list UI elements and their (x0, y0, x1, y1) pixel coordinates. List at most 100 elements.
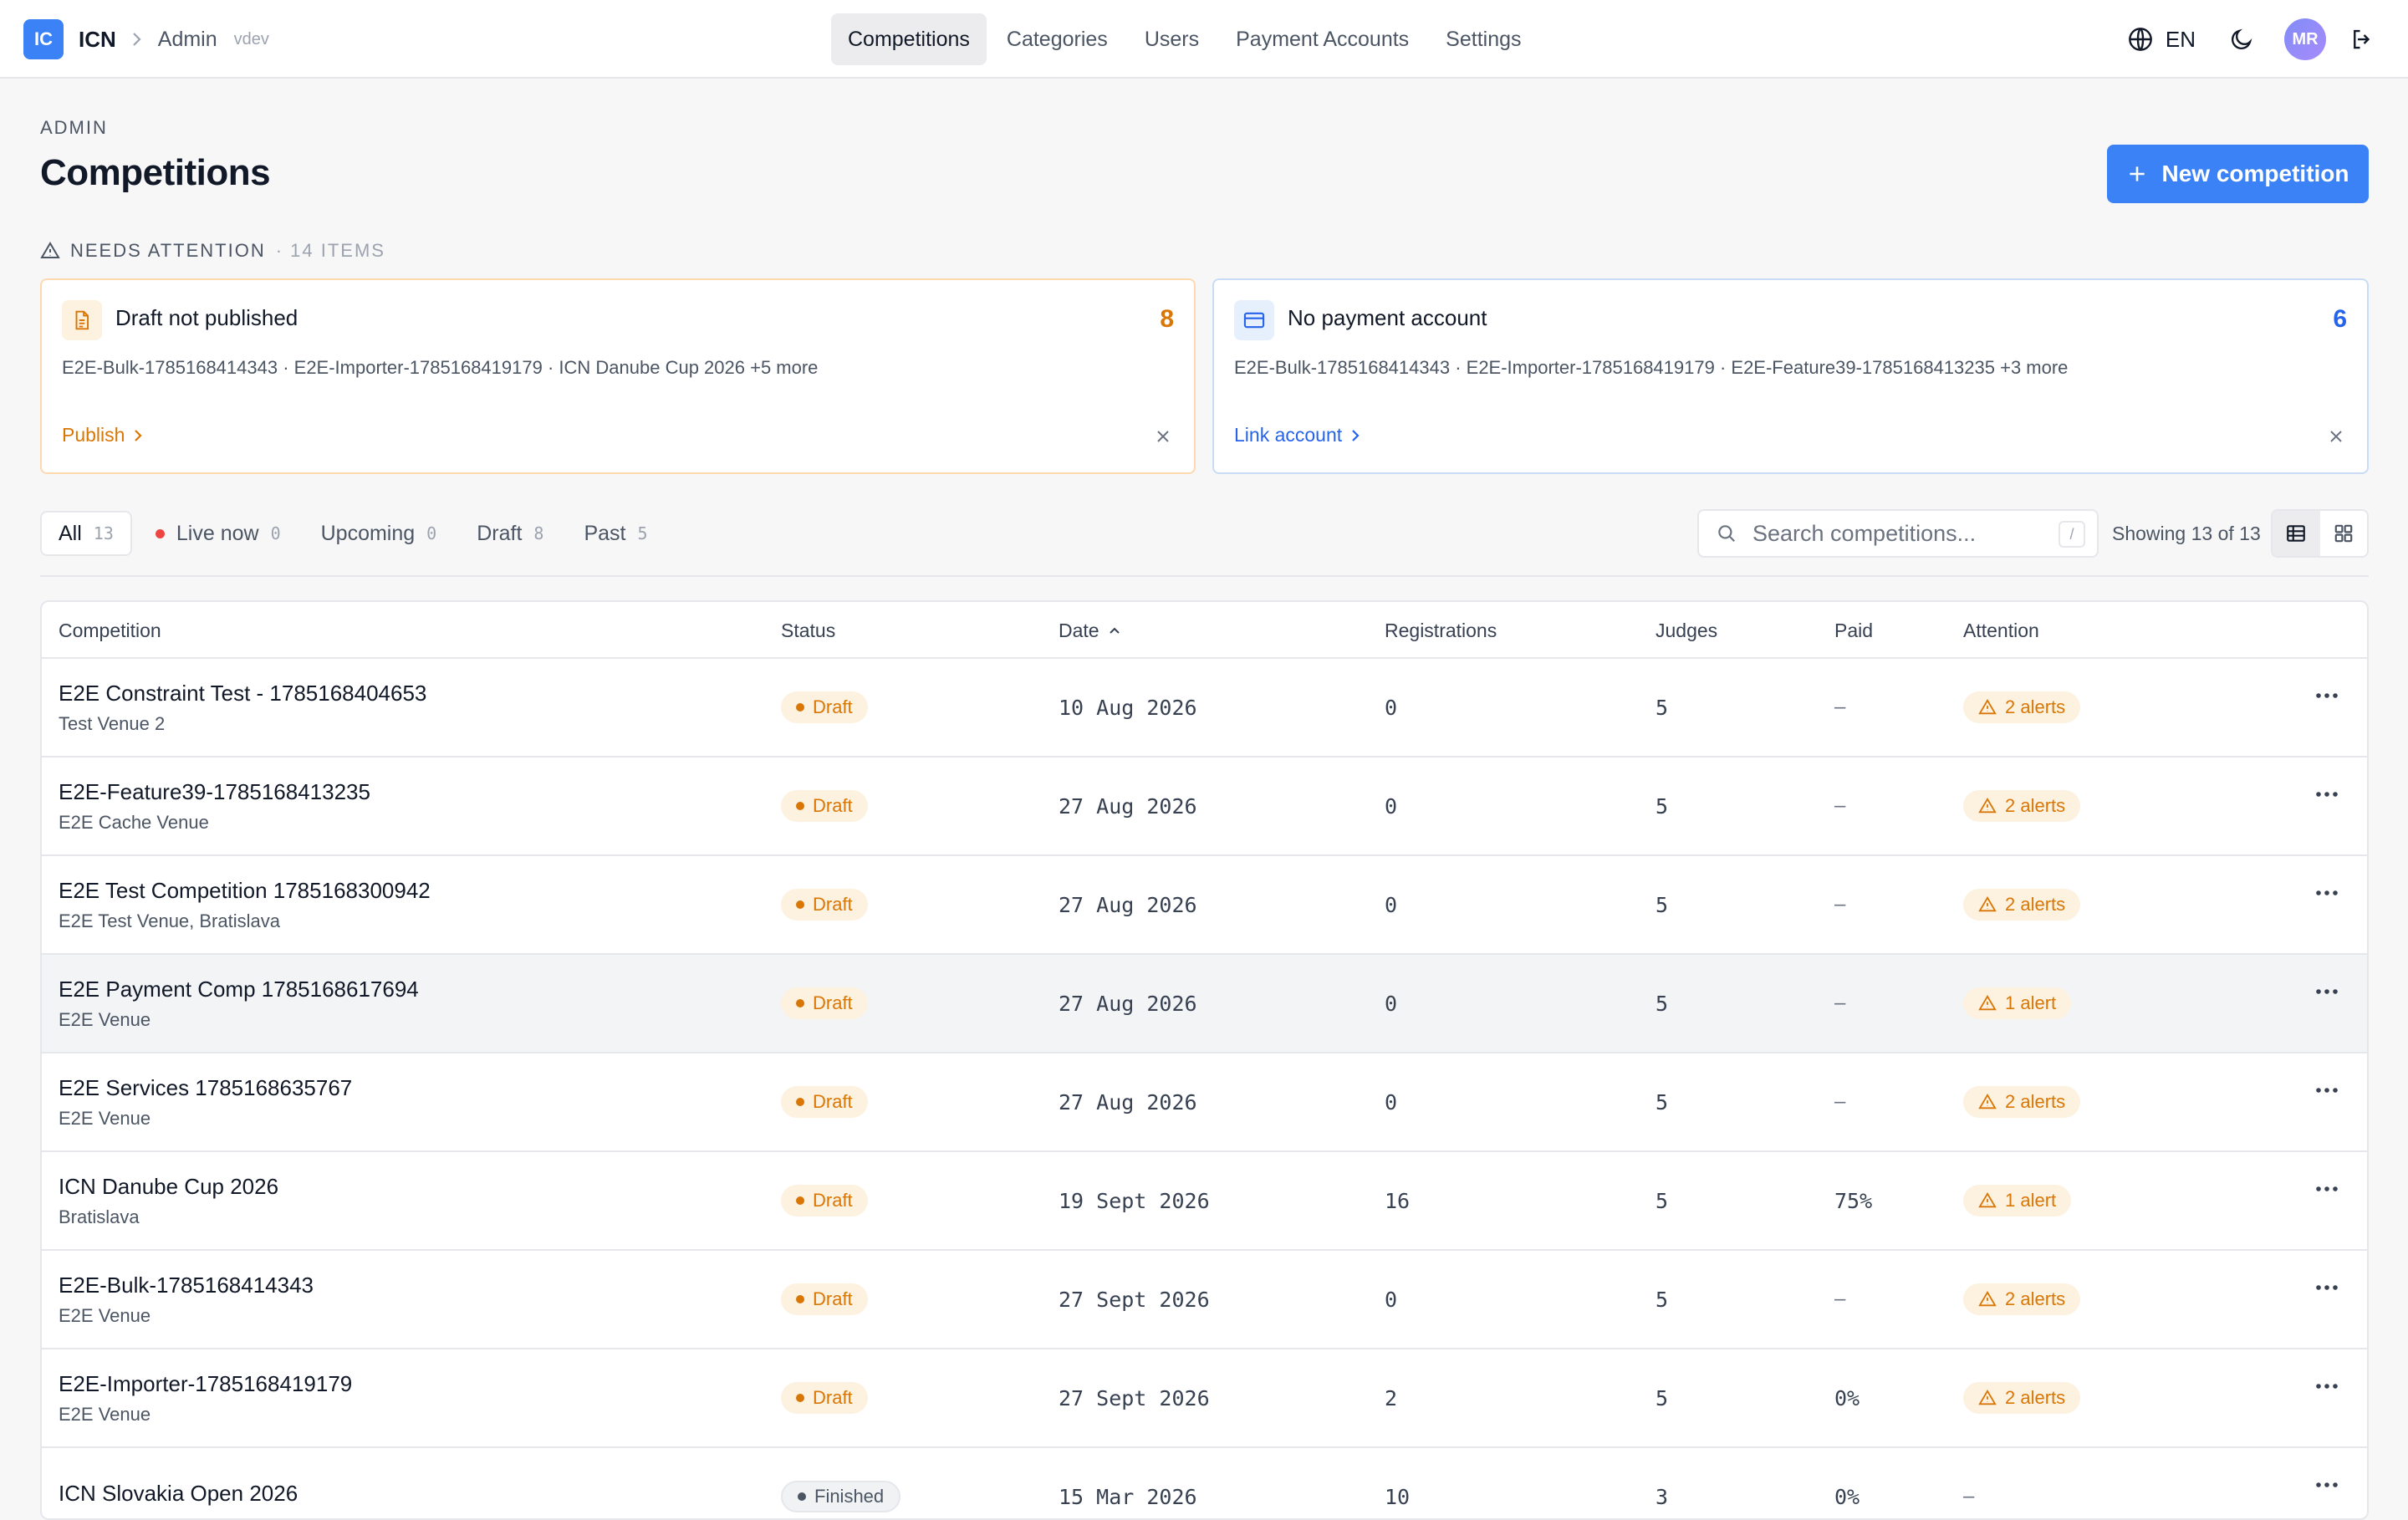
alert-label: 2 alerts (2005, 795, 2066, 816)
judges-cell: 3 (1656, 1484, 1669, 1509)
competition-name[interactable]: ICN Slovakia Open 2026 (59, 1481, 298, 1507)
alert-label: 2 alerts (2005, 1387, 2066, 1408)
status-cell: Draft (781, 1349, 868, 1446)
table-row[interactable]: ICN Slovakia Open 2026 Finished 15 Mar 2… (42, 1448, 2367, 1518)
moon-icon[interactable] (2229, 27, 2254, 52)
table-row[interactable]: E2E Constraint Test - 1785168404653 Test… (42, 659, 2367, 757)
attention-cell: 2 alerts (1963, 856, 2081, 953)
table-row[interactable]: E2E-Feature39-1785168413235 E2E Cache Ve… (42, 757, 2367, 856)
close-icon[interactable] (2329, 429, 2344, 444)
card-title: Draft not published (115, 305, 298, 330)
column-paid[interactable]: Paid (1834, 602, 1873, 659)
publish-link[interactable]: Publish (62, 424, 143, 446)
column-competition[interactable]: Competition (59, 602, 161, 659)
registrations-cell: 0 (1385, 695, 1398, 720)
alert-badge[interactable]: 2 alerts (1963, 1086, 2081, 1118)
link-account-link[interactable]: Link account (1234, 424, 1360, 446)
status-badge: Draft (781, 1283, 868, 1315)
paid-cell: – (1834, 1288, 1846, 1310)
alert-badge[interactable]: 2 alerts (1963, 1283, 2081, 1315)
column-date[interactable]: Date (1059, 602, 1121, 659)
globe-icon (2127, 26, 2154, 53)
alert-badge[interactable]: 2 alerts (1963, 1382, 2081, 1414)
more-actions-icon[interactable] (2315, 791, 2339, 798)
close-icon[interactable] (1156, 429, 1171, 444)
nav-settings[interactable]: Settings (1429, 13, 1538, 65)
date-cell: 27 Aug 2026 (1059, 793, 1197, 819)
card-count: 8 (1160, 305, 1174, 333)
attention-cell: 2 alerts (1963, 1349, 2081, 1446)
competition-name[interactable]: E2E Payment Comp 1785168617694 (59, 977, 419, 1002)
nav-users[interactable]: Users (1128, 13, 1216, 65)
alert-badge[interactable]: 2 alerts (1963, 691, 2081, 723)
more-actions-icon[interactable] (2315, 1383, 2339, 1390)
nav-categories[interactable]: Categories (990, 13, 1125, 65)
competition-name[interactable]: E2E-Importer-1785168419179 (59, 1371, 352, 1397)
header-tools: EN MR (2127, 18, 2375, 60)
table-row[interactable]: E2E Test Competition 1785168300942 E2E T… (42, 856, 2367, 955)
more-actions-icon[interactable] (2315, 988, 2339, 995)
alert-badge[interactable]: 1 alert (1963, 1185, 2072, 1217)
date-cell: 27 Sept 2026 (1059, 1287, 1210, 1312)
more-actions-icon[interactable] (2315, 1284, 2339, 1291)
filter-tab-upcoming[interactable]: Upcoming 0 (304, 511, 454, 556)
table-view-icon[interactable] (2273, 511, 2320, 556)
competition-venue: Bratislava (59, 1206, 140, 1227)
attention-cell: 1 alert (1963, 955, 2072, 1052)
more-actions-icon[interactable] (2315, 890, 2339, 896)
warning-icon (1978, 1093, 1997, 1111)
competition-name[interactable]: ICN Danube Cup 2026 (59, 1174, 278, 1200)
competition-name[interactable]: E2E-Feature39-1785168413235 (59, 779, 370, 805)
nav-competitions[interactable]: Competitions (831, 13, 987, 65)
column-status[interactable]: Status (781, 602, 835, 659)
filter-tab-draft[interactable]: Draft 8 (460, 511, 560, 556)
table-row[interactable]: ICN Danube Cup 2026 Bratislava Draft 19 … (42, 1152, 2367, 1251)
needs-attention-header: NEEDS ATTENTION · 14 ITEMS (40, 238, 385, 263)
registrations-cell: 0 (1385, 1287, 1398, 1312)
filter-tab-past[interactable]: Past 5 (567, 511, 664, 556)
filter-tab-all[interactable]: All 13 (40, 511, 132, 556)
table-row[interactable]: E2E-Bulk-1785168414343 E2E Venue Draft 2… (42, 1251, 2367, 1349)
competition-cell: E2E Constraint Test - 1785168404653 Test… (59, 659, 426, 756)
competition-venue: E2E Venue (59, 1403, 151, 1425)
search-shortcut-hint: / (2059, 521, 2085, 548)
date-cell: 19 Sept 2026 (1059, 1188, 1210, 1213)
status-cell: Draft (781, 1152, 868, 1249)
table-row[interactable]: E2E-Importer-1785168419179 E2E Venue Dra… (42, 1349, 2367, 1448)
alert-badge[interactable]: 1 alert (1963, 987, 2072, 1019)
new-competition-button[interactable]: New competition (2107, 145, 2369, 203)
brand[interactable]: IC ICN Admin vdev (23, 18, 269, 60)
competition-name[interactable]: E2E-Bulk-1785168414343 (59, 1273, 314, 1298)
status-badge: Draft (781, 1185, 868, 1217)
table-row[interactable]: E2E Services 1785168635767 E2E Venue Dra… (42, 1053, 2367, 1152)
column-judges[interactable]: Judges (1656, 602, 1717, 659)
competition-name[interactable]: E2E Test Competition 1785168300942 (59, 878, 431, 904)
avatar[interactable]: MR (2284, 18, 2326, 60)
language-switcher[interactable]: EN (2127, 26, 2196, 53)
competition-name[interactable]: E2E Services 1785168635767 (59, 1075, 352, 1101)
alert-label: 2 alerts (2005, 696, 2066, 717)
more-actions-icon[interactable] (2315, 1087, 2339, 1094)
alert-badge[interactable]: 2 alerts (1963, 889, 2081, 921)
filter-tab-count: 0 (270, 523, 281, 543)
sort-ascending-icon (1108, 625, 1121, 635)
paid-cell: – (1834, 794, 1846, 817)
status-dot-icon (796, 999, 804, 1007)
filter-tab-live-now[interactable]: Live now 0 (139, 511, 298, 556)
alert-label: 1 alert (2005, 992, 2057, 1013)
alert-badge[interactable]: 2 alerts (1963, 790, 2081, 822)
grid-view-icon[interactable] (2320, 511, 2368, 556)
alert-label: 2 alerts (2005, 894, 2066, 915)
column-registrations[interactable]: Registrations (1385, 602, 1497, 659)
attention-card-payment: No payment account 6 E2E-Bulk-1785168414… (1212, 278, 2369, 474)
table-row[interactable]: E2E Payment Comp 1785168617694 E2E Venue… (42, 955, 2367, 1053)
logout-icon[interactable] (2349, 27, 2375, 52)
more-actions-icon[interactable] (2315, 1482, 2339, 1488)
nav-payment-accounts[interactable]: Payment Accounts (1219, 13, 1426, 65)
column-attention[interactable]: Attention (1963, 602, 2039, 659)
more-actions-icon[interactable] (2315, 692, 2339, 699)
search-input[interactable] (1752, 520, 2053, 547)
more-actions-icon[interactable] (2315, 1186, 2339, 1192)
competition-name[interactable]: E2E Constraint Test - 1785168404653 (59, 681, 426, 706)
breadcrumb-admin[interactable]: Admin (158, 28, 217, 52)
